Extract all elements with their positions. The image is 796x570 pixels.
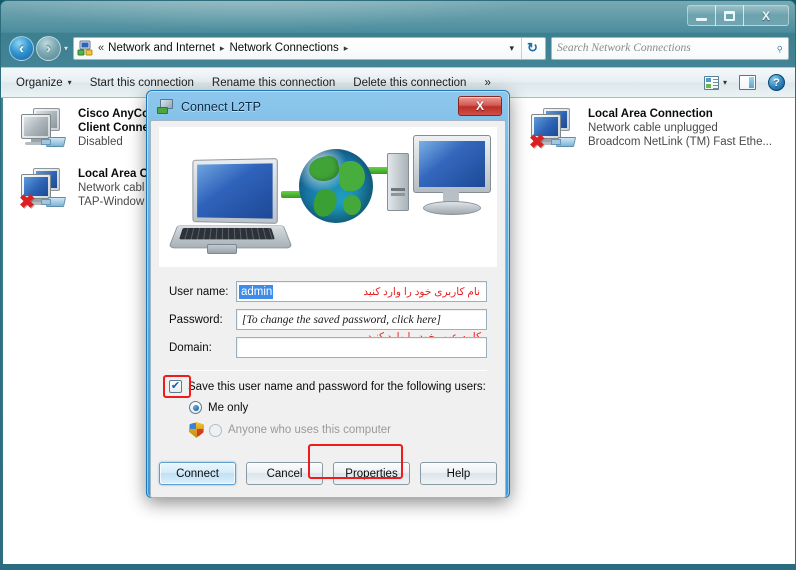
preview-pane-button[interactable] [733, 72, 762, 93]
network-adapter-icon: ✖ [527, 106, 579, 152]
username-value: admin [239, 284, 274, 299]
list-item-text: Cisco AnyCo Client Conne Disabled [78, 106, 149, 152]
change-view-button[interactable]: ▾ [698, 73, 733, 93]
connection-icon [157, 99, 175, 115]
refresh-button[interactable]: ↻ [521, 37, 543, 59]
chevron-down-icon[interactable]: ▾ [64, 44, 68, 53]
organize-button[interactable]: Organize ▾ [7, 73, 81, 93]
window-controls: X [687, 5, 789, 27]
username-label: User name: [169, 285, 229, 298]
username-annotation-fa: نام کاربری خود را وارد کنید [363, 286, 480, 298]
username-row: User name: admin نام کاربری خود را وارد … [169, 281, 487, 302]
connection-device: Broadcom NetLink (TM) Fast Ethe... [588, 136, 773, 148]
domain-input[interactable] [236, 337, 487, 358]
minimize-button[interactable] [687, 5, 716, 26]
close-icon[interactable]: X [458, 96, 502, 116]
properties-button[interactable]: Properties [333, 462, 410, 485]
dialog-title: Connect L2TP [181, 100, 261, 114]
organize-label: Organize [16, 76, 63, 89]
breadcrumb-arrow-1[interactable]: ▸ [220, 43, 225, 54]
password-value: [To change the saved password, click her… [242, 313, 441, 326]
connection-name: Cisco AnyCo [78, 108, 150, 120]
radio-anyone-row: Anyone who uses this computer [189, 422, 505, 438]
connection-illustration [159, 127, 497, 267]
maximize-icon [724, 10, 735, 21]
save-credentials-label: Save this user name and password for the… [188, 380, 486, 393]
chevron-down-icon: ▾ [722, 78, 727, 87]
close-window-button[interactable]: X [743, 5, 789, 26]
save-credentials-checkbox[interactable]: ✔ [169, 380, 182, 393]
connection-name-line2: Client Conne [78, 122, 149, 134]
radio-me-only[interactable] [189, 401, 202, 414]
connection-status: Disabled [78, 136, 123, 148]
network-plug-icon [41, 194, 65, 208]
chevron-down-icon: ▾ [67, 78, 72, 87]
connect-button[interactable]: Connect [159, 462, 236, 485]
network-adapter-icon: ✖ [17, 166, 69, 212]
domain-label: Domain: [169, 341, 212, 354]
radio-anyone-label: Anyone who uses this computer [228, 424, 392, 436]
connect-dialog: Connect L2TP X User name: admin نام کارب… [146, 90, 510, 498]
dialog-button-row: Connect Cancel Properties Help [151, 444, 505, 485]
connection-device: TAP-Window [78, 196, 145, 208]
username-input[interactable]: admin نام کاربری خود را وارد کنید [236, 281, 487, 302]
divider [169, 370, 487, 371]
preview-pane-icon [739, 75, 756, 90]
password-input[interactable]: [To change the saved password, click her… [236, 309, 487, 330]
cancel-button[interactable]: Cancel [246, 462, 323, 485]
password-label: Password: [169, 313, 223, 326]
forward-arrow-icon[interactable]: › [36, 35, 61, 61]
globe-icon [299, 149, 373, 223]
domain-row: Domain: [169, 337, 487, 358]
breadcrumb-arrow-2[interactable]: ▸ [344, 43, 349, 54]
radio-anyone [209, 423, 222, 437]
connection-name: Local Area Connection [588, 108, 713, 120]
radio-me-only-label: Me only [208, 401, 249, 414]
search-placeholder: Search Network Connections [557, 42, 691, 54]
back-arrow-icon[interactable]: ‹ [9, 35, 34, 61]
save-credentials-row[interactable]: ✔ Save this user name and password for t… [163, 375, 487, 398]
list-item-text: Local Area Co Network cabl TAP-Window [78, 166, 155, 212]
breadcrumb[interactable]: « Network and Internet ▸ Network Connect… [73, 36, 546, 60]
search-input[interactable]: Search Network Connections ⌕ [551, 36, 789, 60]
password-row: Password: [To change the saved password,… [169, 309, 487, 343]
laptop-icon [168, 158, 293, 259]
network-folder-icon [77, 40, 93, 56]
dialog-body: User name: admin نام کاربری خود را وارد … [150, 120, 506, 498]
network-plug-icon [551, 134, 575, 148]
address-bar: ‹ › ▾ « Network and Internet ▸ Network C… [1, 34, 795, 62]
connection-name: Local Area Co [78, 168, 155, 180]
help-button[interactable]: ? [762, 71, 791, 94]
breadcrumb-item-network-and-internet[interactable]: Network and Internet [108, 42, 215, 54]
connection-status: Network cable unplugged [588, 122, 718, 134]
dialog-titlebar: Connect L2TP X [150, 94, 506, 120]
list-item[interactable]: ✖ Local Area Connection Network cable un… [527, 106, 795, 152]
error-x-icon: ✖ [529, 132, 545, 153]
network-plug-icon [41, 134, 65, 148]
uac-shield-icon [189, 422, 204, 438]
breadcrumb-item-network-connections[interactable]: Network Connections [229, 42, 338, 54]
list-item-text: Local Area Connection Network cable unpl… [588, 106, 772, 152]
error-x-icon: ✖ [19, 192, 35, 213]
breadcrumb-overflow-chevrons[interactable]: « [98, 42, 104, 54]
desktop-computer-icon [387, 135, 493, 239]
views-icon [703, 75, 719, 90]
help-button[interactable]: Help [420, 462, 497, 485]
minimize-icon [696, 17, 707, 21]
radio-me-only-row[interactable]: Me only [189, 401, 505, 414]
breadcrumb-dropdown-icon[interactable]: ▾ [503, 43, 520, 54]
connection-status: Network cabl [78, 182, 145, 194]
help-icon: ? [768, 74, 785, 91]
credentials-form: User name: admin نام کاربری خود را وارد … [169, 281, 487, 358]
maximize-button[interactable] [715, 5, 744, 26]
network-adapter-icon [17, 106, 69, 152]
